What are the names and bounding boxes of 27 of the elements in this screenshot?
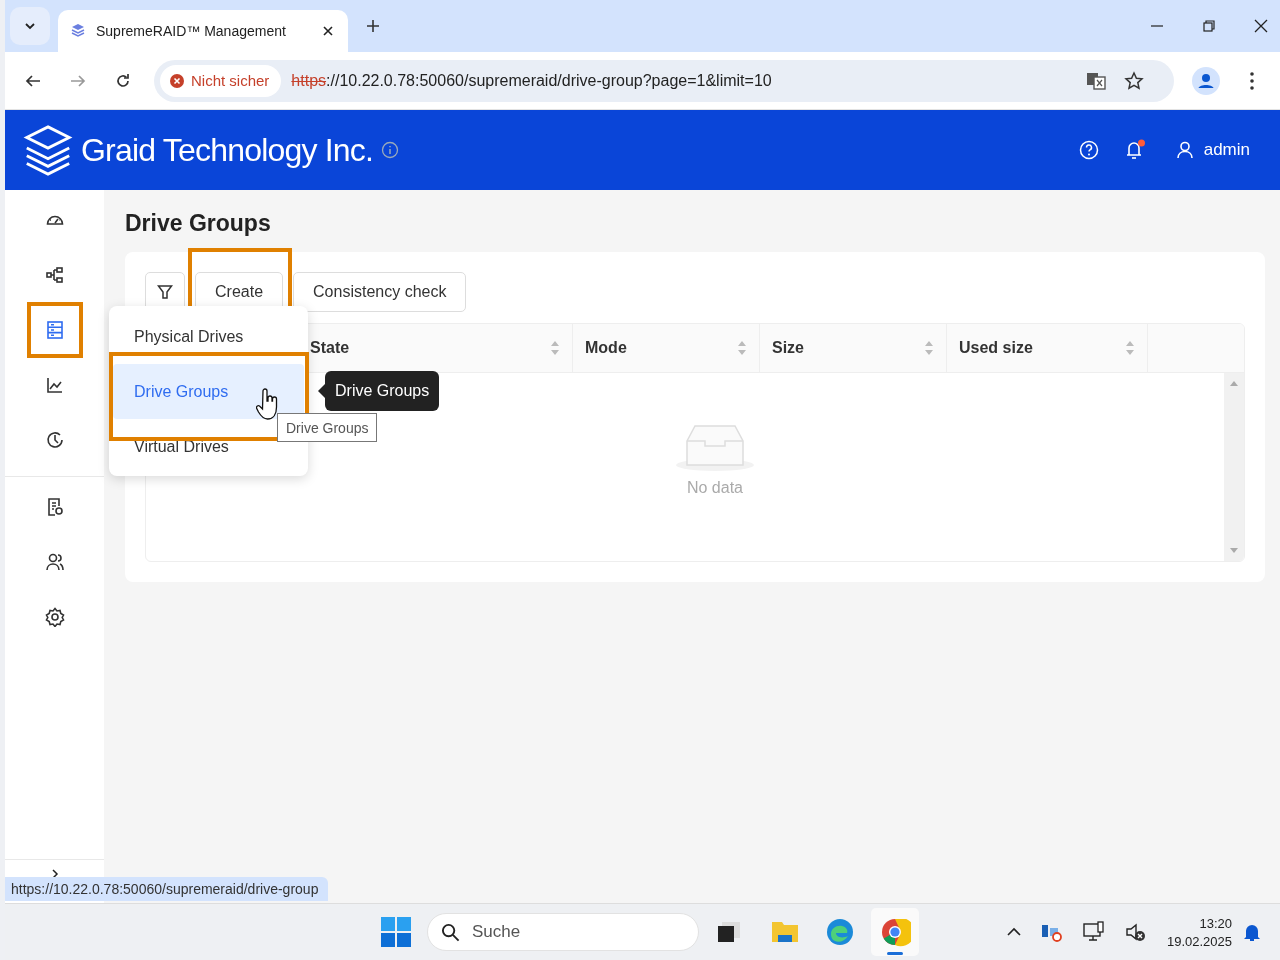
url-text: https://10.22.0.78:50060/supremeraid/drive-group?page=1&limit=10: [291, 71, 772, 90]
column-header[interactable]: Size: [760, 324, 947, 372]
menu-item[interactable]: Virtual Drives: [113, 419, 250, 474]
clock-time[interactable]: 13:20: [1199, 915, 1232, 931]
security-label: Nicht sicher: [191, 72, 270, 89]
security-chip[interactable]: Nicht sicher: [160, 64, 282, 97]
clock-date[interactable]: 19.02.2025: [1166, 933, 1232, 949]
brand-name: Graid Technology Inc.: [81, 131, 374, 169]
address-bar[interactable]: Nicht sicher https://10.22.0.78:50060/supremeraid/drive-group?page=1&limit=10: [154, 59, 1174, 102]
empty-message: No data: [686, 479, 743, 497]
consistency-check-button[interactable]: Consistency check: [293, 272, 467, 312]
tab-title: SupremeRAID™ Management: [96, 23, 287, 39]
column-label: Mode: [585, 339, 627, 357]
status-url: https://10.22.0.78:50060/supremeraid/drive-group: [5, 877, 329, 901]
native-tooltip: Drive Groups: [277, 413, 378, 442]
page-title: Drive Groups: [125, 210, 272, 237]
column-header[interactable]: Used size: [947, 324, 1148, 372]
user-name[interactable]: admin: [1203, 140, 1250, 160]
tooltip: Drive Groups: [325, 371, 440, 411]
menu-item[interactable]: Physical Drives: [113, 309, 265, 364]
browser-tab[interactable]: SupremeRAID™ Management: [58, 10, 348, 52]
column-label: State: [310, 339, 350, 357]
menu-item[interactable]: Drive Groups: [113, 364, 304, 419]
column-header[interactable]: Mode: [573, 324, 760, 372]
search-field[interactable]: Suche: [427, 913, 699, 951]
column-label: Size: [772, 339, 804, 357]
column-label: Used size: [959, 339, 1033, 357]
